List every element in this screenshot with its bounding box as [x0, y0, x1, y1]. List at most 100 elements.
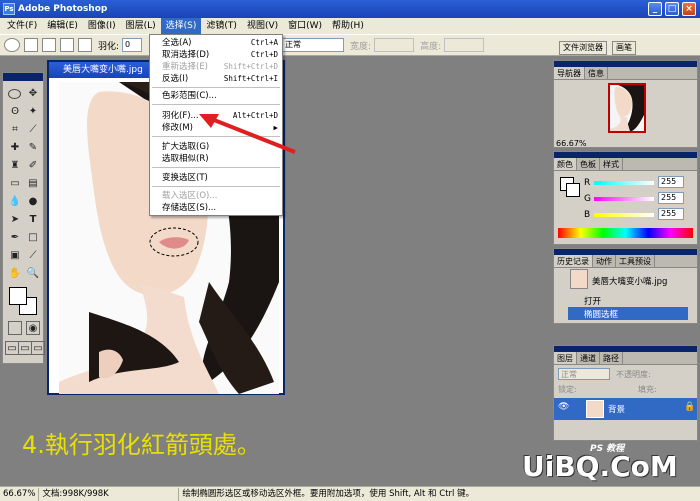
eyedropper-tool-icon[interactable]: ⟋ [26, 249, 40, 263]
screen-mode-standard-icon[interactable]: ▭ [5, 341, 19, 355]
rectangle-tool-icon[interactable]: □ [26, 231, 40, 245]
style-select[interactable]: 正常 [282, 38, 345, 52]
b-label: B [584, 210, 591, 220]
toolbox: ✥ ʘ ✦ ⌗ ⟋ ✚ ✎ ♜ ✐ ▭ ▤ 💧 ● ➤ T ✒ □ ▣ ⟋ ✋ … [2, 72, 45, 364]
menu-file[interactable]: 文件(F) [2, 18, 42, 34]
history-step-open[interactable]: 打开 [584, 295, 601, 307]
menu-layer[interactable]: 图层(L) [121, 18, 161, 34]
menu-separator [152, 167, 280, 168]
tab-history[interactable]: 历史记录 [554, 255, 593, 267]
file-browser-tab[interactable]: 文件浏览器 [559, 41, 607, 55]
bg-color-swatch[interactable] [566, 183, 580, 197]
history-snapshot-thumb[interactable] [570, 269, 588, 289]
tab-channels[interactable]: 通道 [577, 352, 600, 364]
tab-tool-presets[interactable]: 工具预设 [616, 255, 655, 267]
foreground-color-swatch[interactable] [9, 287, 27, 305]
photoshop-logo-icon: Ps [3, 3, 15, 15]
history-snapshot-name[interactable]: 美唇大嘴变小嘴.jpg [592, 275, 667, 287]
feather-input[interactable]: 0 [122, 38, 143, 52]
blend-mode-select[interactable]: 正常 [558, 368, 610, 380]
maximize-button[interactable]: □ [665, 2, 679, 16]
menu-window[interactable]: 窗口(W) [283, 18, 327, 34]
ellipse-marquee-icon[interactable] [4, 38, 20, 52]
width-input[interactable] [374, 38, 415, 52]
b-value[interactable]: 255 [658, 208, 684, 220]
pen-tool-icon[interactable]: ✒ [8, 231, 22, 245]
history-brush-tool-icon[interactable]: ✐ [26, 159, 40, 173]
menu-image[interactable]: 图像(I) [83, 18, 121, 34]
new-selection-icon[interactable] [24, 38, 38, 52]
screen-mode-full-icon[interactable]: ▭ [31, 341, 45, 355]
app-title: Adobe Photoshop [18, 4, 108, 14]
status-doc-size[interactable]: 文档:998K/998K [39, 487, 180, 501]
subtract-selection-icon[interactable] [60, 38, 74, 52]
color-panel: 颜色 色板 样式 R 255 G 255 B 255 [553, 151, 698, 245]
menu-item-transform-selection[interactable]: 变换选区(T) [150, 172, 282, 184]
r-value[interactable]: 255 [658, 176, 684, 188]
close-button[interactable]: × [682, 2, 696, 16]
height-input[interactable] [444, 38, 485, 52]
menu-select[interactable]: 选择(S) [160, 18, 202, 34]
magic-wand-tool-icon[interactable]: ✦ [26, 105, 40, 119]
dodge-tool-icon[interactable]: ● [26, 195, 40, 209]
layer-row-background[interactable]: 👁 背景 🔒 [554, 398, 697, 420]
g-value[interactable]: 255 [658, 192, 684, 204]
menu-item-color-range[interactable]: 色彩范围(C)... [150, 90, 282, 102]
menu-separator [152, 104, 280, 105]
brushes-tab[interactable]: 画笔 [612, 41, 636, 55]
tab-color[interactable]: 颜色 [554, 158, 577, 170]
standard-mode-icon[interactable] [8, 321, 22, 335]
zoom-tool-icon[interactable]: 🔍 [26, 267, 40, 281]
b-slider[interactable] [594, 213, 654, 217]
color-spectrum-bar[interactable] [558, 228, 693, 238]
tab-paths[interactable]: 路径 [600, 352, 623, 364]
menu-separator [152, 87, 280, 88]
status-zoom[interactable]: 66.67% [0, 487, 40, 501]
menu-item-save-selection[interactable]: 存储选区(S)... [150, 202, 282, 214]
toolbox-grip[interactable] [3, 73, 43, 81]
menu-item-load-selection[interactable]: 载入选区(O)... [150, 190, 282, 202]
clone-stamp-tool-icon[interactable]: ♜ [8, 159, 22, 173]
tab-actions[interactable]: 动作 [593, 255, 616, 267]
path-selection-tool-icon[interactable]: ➤ [8, 213, 22, 227]
menu-filter[interactable]: 滤镜(T) [201, 18, 242, 34]
menu-item-inverse[interactable]: 反选(I) Shift+Ctrl+I [150, 73, 282, 85]
menu-view[interactable]: 视图(V) [242, 18, 283, 34]
type-tool-icon[interactable]: T [26, 213, 40, 227]
tab-navigator[interactable]: 导航器 [554, 67, 585, 79]
healing-brush-tool-icon[interactable]: ✚ [8, 141, 22, 155]
menu-item-reselect[interactable]: 重新选择(E) Shift+Ctrl+D [150, 61, 282, 73]
crop-tool-icon[interactable]: ⌗ [8, 123, 22, 137]
navigator-thumbnail[interactable] [608, 83, 646, 133]
history-step-active[interactable]: 椭圆选框 [568, 307, 688, 320]
tab-layers[interactable]: 图层 [554, 352, 577, 364]
add-selection-icon[interactable] [42, 38, 56, 52]
tab-info[interactable]: 信息 [585, 67, 608, 79]
menu-item-select-all[interactable]: 全选(A) Ctrl+A [150, 37, 282, 49]
menu-item-deselect[interactable]: 取消选择(D) Ctrl+D [150, 49, 282, 61]
gradient-tool-icon[interactable]: ▤ [26, 177, 40, 191]
intersect-selection-icon[interactable] [78, 38, 92, 52]
lasso-tool-icon[interactable]: ʘ [8, 105, 22, 119]
ellipse-marquee-tool-icon[interactable] [8, 89, 21, 99]
r-slider[interactable] [594, 181, 654, 185]
menu-edit[interactable]: 编辑(E) [42, 18, 83, 34]
screen-mode-full-menu-icon[interactable]: ▭ [18, 341, 32, 355]
notes-tool-icon[interactable]: ▣ [8, 249, 22, 263]
hand-tool-icon[interactable]: ✋ [8, 267, 22, 281]
blur-tool-icon[interactable]: 💧 [8, 195, 22, 209]
brush-tool-icon[interactable]: ✎ [26, 141, 40, 155]
eraser-tool-icon[interactable]: ▭ [8, 177, 22, 191]
menu-item-label: 重新选择(E) [162, 62, 209, 72]
tab-swatches[interactable]: 色板 [577, 158, 600, 170]
menu-help[interactable]: 帮助(H) [327, 18, 369, 34]
slice-tool-icon[interactable]: ⟋ [26, 123, 40, 137]
navigator-zoom[interactable]: 66.67% [556, 139, 587, 148]
eye-icon[interactable]: 👁 [558, 402, 569, 412]
g-slider[interactable] [594, 197, 654, 201]
lock-label: 锁定: [558, 385, 577, 394]
tab-styles[interactable]: 样式 [600, 158, 623, 170]
quick-mask-mode-icon[interactable]: ◉ [26, 321, 40, 335]
minimize-button[interactable]: _ [648, 2, 662, 16]
move-tool-icon[interactable]: ✥ [26, 87, 40, 101]
